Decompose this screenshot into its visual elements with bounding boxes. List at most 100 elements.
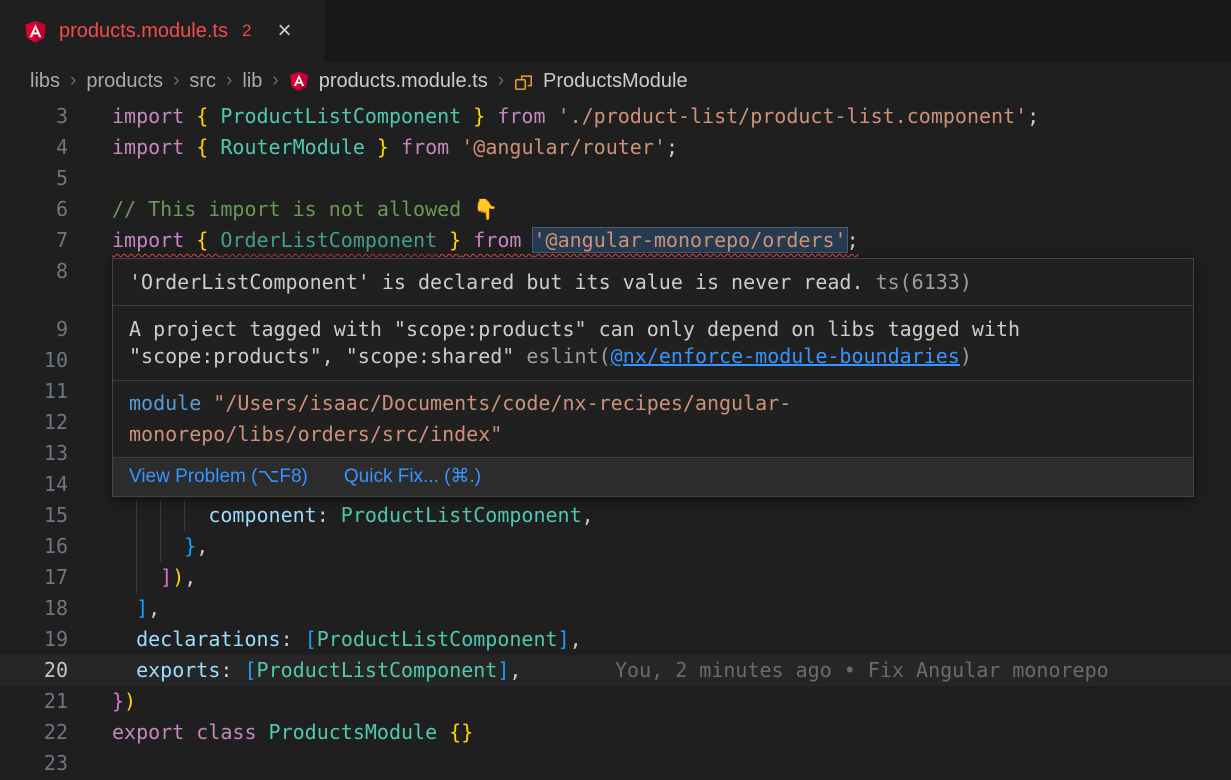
code-line-7[interactable]: 7 import { OrderListComponent } from '@an… — [0, 225, 1231, 256]
code-token: { — [196, 228, 220, 252]
code-text[interactable]: // This import is not allowed 👇 — [112, 194, 498, 225]
code-token: ) — [124, 689, 136, 713]
line-number[interactable]: 8 — [0, 256, 68, 287]
code-token: } — [437, 228, 461, 252]
line-number[interactable]: 20 — [0, 655, 68, 686]
code-line-15[interactable]: 15 component: ProductListComponent, — [0, 500, 1231, 531]
tab-problems-badge: 2 — [242, 21, 251, 41]
code-token: , — [196, 534, 208, 558]
code-token: } — [365, 135, 389, 159]
code-line-4[interactable]: 4 import { RouterModule } from '@angular/… — [0, 132, 1231, 163]
code-token — [437, 720, 449, 744]
code-token: // This import is not allowed — [112, 197, 473, 221]
code-text[interactable]: exports: [ProductListComponent],You, 2 m… — [112, 655, 521, 686]
code-line-18[interactable]: 18 ], — [0, 593, 1231, 624]
code-text[interactable]: }, — [112, 531, 208, 562]
line-number[interactable]: 5 — [0, 163, 68, 194]
code-line-5[interactable]: 5 — [0, 163, 1231, 194]
code-line-17[interactable]: 17 ]), — [0, 562, 1231, 593]
angular-file-icon — [289, 71, 309, 91]
code-token: { — [196, 135, 220, 159]
line-number[interactable]: 13 — [0, 438, 68, 469]
line-number[interactable]: 3 — [0, 101, 68, 132]
breadcrumb-item-libs[interactable]: libs — [30, 70, 60, 93]
line-number[interactable]: 11 — [0, 376, 68, 407]
code-token: OrderListComponent — [220, 228, 437, 252]
breadcrumb-item-products[interactable]: products — [86, 70, 163, 93]
error-hover-popup: 'OrderListComponent' is declared but its… — [112, 258, 1194, 497]
eslint-rule-link[interactable]: @nx/enforce-module-boundaries — [611, 344, 960, 368]
code-token: ] — [136, 596, 148, 620]
code-line-23[interactable]: 23 — [0, 748, 1231, 779]
module-keyword: module — [129, 391, 201, 415]
line-number[interactable]: 10 — [0, 345, 68, 376]
line-number[interactable]: 6 — [0, 194, 68, 225]
line-number[interactable]: 9 — [0, 314, 68, 345]
code-token: ] — [558, 627, 570, 651]
line-number[interactable]: 22 — [0, 717, 68, 748]
code-token: : — [220, 658, 244, 682]
code-token: ; — [666, 135, 678, 159]
chevron-right-icon: › — [226, 70, 232, 92]
line-number[interactable]: 12 — [0, 407, 68, 438]
line-number[interactable]: 16 — [0, 531, 68, 562]
line-number[interactable]: 15 — [0, 500, 68, 531]
line-number[interactable]: 7 — [0, 225, 68, 256]
line-number[interactable]: 23 — [0, 748, 68, 779]
code-line-3[interactable]: 3 import { ProductListComponent } from '.… — [0, 101, 1231, 132]
code-token: , — [148, 596, 160, 620]
code-text[interactable]: import { OrderListComponent } from '@ang… — [112, 225, 859, 256]
code-line-6[interactable]: 6 // This import is not allowed 👇 — [0, 194, 1231, 225]
code-token: [ — [305, 627, 317, 651]
line-number[interactable]: 4 — [0, 132, 68, 163]
view-problem-link[interactable]: View Problem (⌥F8) — [129, 465, 308, 489]
line-number[interactable]: 18 — [0, 593, 68, 624]
symbol-class-icon — [514, 72, 533, 91]
code-token: , — [509, 658, 521, 682]
breadcrumb-item-lib[interactable]: lib — [242, 70, 262, 93]
code-token: './product-list/product-list.component' — [558, 104, 1028, 128]
code-token: ProductListComponent — [341, 503, 582, 527]
code-text[interactable]: ]), — [112, 562, 196, 593]
code-token: ; — [1027, 104, 1039, 128]
code-token: component — [208, 503, 316, 527]
code-line-19[interactable]: 19 declarations: [ProductListComponent], — [0, 624, 1231, 655]
code-line-21[interactable]: 21}) — [0, 686, 1231, 717]
git-blame-annotation: You, 2 minutes ago • Fix Angular monorep… — [615, 655, 1109, 686]
line-number[interactable]: 19 — [0, 624, 68, 655]
line-number[interactable]: 14 — [0, 469, 68, 500]
code-token — [112, 565, 160, 589]
code-line-22[interactable]: 22 export class ProductsModule {} — [0, 717, 1231, 748]
tab-bar: products.module.ts 2 × — [0, 0, 1231, 62]
tab-close-icon[interactable]: × — [277, 19, 291, 43]
code-text[interactable]: }) — [112, 686, 136, 717]
code-text[interactable]: export class ProductsModule {} — [112, 717, 473, 748]
code-token: ProductListComponent — [220, 104, 461, 128]
chevron-right-icon: › — [173, 70, 179, 92]
code-token: '@angular/router' — [461, 135, 666, 159]
code-text[interactable]: declarations: [ProductListComponent], — [112, 624, 582, 655]
code-line-20[interactable]: 20 exports: [ProductListComponent],You, … — [0, 655, 1231, 686]
code-text[interactable]: component: ProductListComponent, — [112, 500, 594, 531]
code-line-16[interactable]: 16 }, — [0, 531, 1231, 562]
breadcrumb-item-file[interactable]: products.module.ts — [319, 70, 488, 93]
quick-fix-link[interactable]: Quick Fix... (⌘.) — [344, 465, 481, 489]
code-text[interactable]: ], — [112, 593, 160, 624]
tab-title: products.module.ts — [59, 20, 228, 43]
breadcrumb-item-src[interactable]: src — [189, 70, 216, 93]
code-text[interactable]: import { RouterModule } from '@angular/r… — [112, 132, 678, 163]
module-path-line1: module "/Users/isaac/Documents/code/nx-r… — [129, 388, 1177, 419]
tab-products-module-ts[interactable]: products.module.ts 2 × — [0, 0, 326, 62]
line-number[interactable]: 21 — [0, 686, 68, 717]
code-token: import — [112, 228, 196, 252]
code-text[interactable]: import { ProductListComponent } from './… — [112, 101, 1039, 132]
breadcrumb-item-symbol[interactable]: ProductsModule — [543, 70, 688, 93]
code-token: ] — [160, 565, 172, 589]
vscode-window: products.module.ts 2 × libs › products ›… — [0, 0, 1231, 780]
code-token: ProductsModule — [269, 720, 438, 744]
code-token: } — [461, 104, 485, 128]
code-token: ; — [847, 228, 859, 252]
chevron-right-icon: › — [70, 70, 76, 92]
line-number[interactable]: 17 — [0, 562, 68, 593]
code-token: : — [317, 503, 341, 527]
